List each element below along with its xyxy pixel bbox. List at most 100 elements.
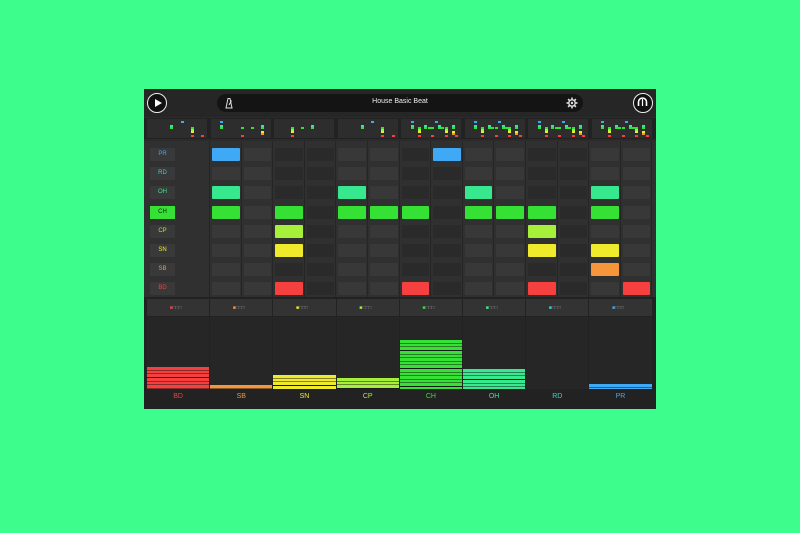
step-cell[interactable] [275, 263, 303, 277]
step-cell[interactable] [306, 263, 335, 277]
step-cell[interactable] [338, 205, 366, 219]
mixer-channel-header[interactable]: ■□□□ [273, 299, 336, 316]
step-cell[interactable] [528, 263, 556, 277]
step-cell[interactable] [622, 205, 651, 219]
step-cell[interactable] [212, 205, 240, 219]
step-cell[interactable] [464, 244, 493, 257]
step-cell[interactable] [243, 244, 272, 257]
track-label-cp[interactable]: CP [150, 224, 175, 238]
step-cell[interactable] [622, 186, 651, 200]
step-cell[interactable] [370, 167, 398, 181]
step-cell[interactable] [243, 263, 272, 277]
step-cell[interactable] [622, 224, 651, 238]
step-cell[interactable] [306, 244, 335, 257]
step-cell[interactable] [464, 186, 493, 200]
step-cell[interactable] [275, 186, 303, 200]
mixer-channel-header[interactable]: ■□□□ [463, 299, 526, 316]
track-label-sn[interactable]: SN [150, 244, 175, 257]
step-cell[interactable] [401, 282, 430, 296]
step-cell[interactable] [212, 244, 240, 257]
step-cell[interactable] [306, 186, 335, 200]
step-cell[interactable] [275, 205, 303, 219]
step-cell[interactable] [496, 282, 524, 296]
step-cell[interactable] [401, 244, 430, 257]
step-cell[interactable] [559, 148, 588, 161]
step-cell[interactable] [622, 244, 651, 257]
step-cell[interactable] [433, 224, 461, 238]
step-cell[interactable] [464, 224, 493, 238]
step-cell[interactable] [370, 263, 398, 277]
track-label-rd[interactable]: RD [150, 167, 175, 181]
step-cell[interactable] [433, 186, 461, 200]
step-cell[interactable] [306, 224, 335, 238]
step-cell[interactable] [370, 244, 398, 257]
step-cell[interactable] [433, 205, 461, 219]
step-cell[interactable] [212, 186, 240, 200]
step-cell[interactable] [338, 244, 366, 257]
step-cell[interactable] [243, 186, 272, 200]
step-cell[interactable] [559, 282, 588, 296]
step-cell[interactable] [433, 148, 461, 161]
step-cell[interactable] [559, 224, 588, 238]
step-cell[interactable] [528, 148, 556, 161]
gear-icon[interactable] [566, 97, 578, 109]
mixer-channel-header[interactable]: ■□□□ [589, 299, 652, 316]
mixer-channel-header[interactable]: ■□□□ [336, 299, 399, 316]
step-cell[interactable] [338, 263, 366, 277]
step-cell[interactable] [370, 148, 398, 161]
overview-bar[interactable] [274, 119, 334, 138]
step-cell[interactable] [338, 224, 366, 238]
pattern-overview[interactable] [144, 118, 656, 139]
step-cell[interactable] [433, 263, 461, 277]
step-cell[interactable] [370, 205, 398, 219]
mixer-channel-header[interactable]: ■□□□ [399, 299, 462, 316]
step-cell[interactable] [433, 282, 461, 296]
step-cell[interactable] [528, 244, 556, 257]
step-cell[interactable] [559, 205, 588, 219]
step-cell[interactable] [401, 263, 430, 277]
step-cell[interactable] [496, 148, 524, 161]
step-cell[interactable] [622, 167, 651, 181]
step-cell[interactable] [370, 282, 398, 296]
step-cell[interactable] [243, 282, 272, 296]
step-cell[interactable] [212, 263, 240, 277]
step-cell[interactable] [338, 282, 366, 296]
step-cell[interactable] [243, 167, 272, 181]
step-cell[interactable] [338, 167, 366, 181]
step-cell[interactable] [528, 205, 556, 219]
volume-fader[interactable] [210, 317, 273, 389]
step-cell[interactable] [559, 186, 588, 200]
step-cell[interactable] [212, 167, 240, 181]
step-cell[interactable] [464, 167, 493, 181]
step-cell[interactable] [243, 148, 272, 161]
step-cell[interactable] [528, 224, 556, 238]
step-cell[interactable] [275, 167, 303, 181]
step-cell[interactable] [559, 167, 588, 181]
step-cell[interactable] [622, 263, 651, 277]
step-cell[interactable] [370, 224, 398, 238]
overview-bar[interactable] [147, 119, 207, 138]
step-cell[interactable] [306, 282, 335, 296]
step-cell[interactable] [559, 263, 588, 277]
step-cell[interactable] [559, 244, 588, 257]
overview-bar[interactable] [337, 119, 398, 138]
step-cell[interactable] [401, 224, 430, 238]
step-cell[interactable] [401, 186, 430, 200]
step-cell[interactable] [496, 224, 524, 238]
step-cell[interactable] [622, 282, 651, 296]
step-cell[interactable] [433, 167, 461, 181]
step-cell[interactable] [212, 282, 240, 296]
track-label-sb[interactable]: SB [150, 263, 175, 277]
volume-fader[interactable] [589, 317, 652, 389]
step-cell[interactable] [275, 224, 303, 238]
step-cell[interactable] [243, 224, 272, 238]
step-cell[interactable] [306, 205, 335, 219]
track-label-ch[interactable]: CH [150, 205, 175, 219]
step-cell[interactable] [591, 167, 619, 181]
step-cell[interactable] [401, 167, 430, 181]
step-cell[interactable] [464, 282, 493, 296]
step-cell[interactable] [496, 167, 524, 181]
step-cell[interactable] [591, 186, 619, 200]
step-cell[interactable] [212, 224, 240, 238]
track-label-bd[interactable]: BD [150, 282, 175, 296]
